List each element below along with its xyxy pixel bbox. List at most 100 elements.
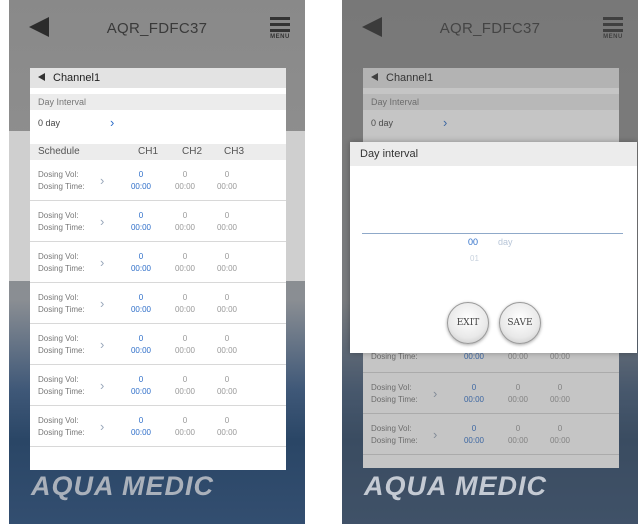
picker-divider — [362, 233, 623, 234]
ch1-time: 00:00 — [130, 223, 152, 232]
dosing-time-label: Dosing Time: — [38, 428, 85, 437]
ch2-time: 00:00 — [174, 305, 196, 314]
phone-screen-right: AQR_FDFC37 MENU Channel1 Day Interval 0 … — [342, 0, 638, 524]
hamburger-bar — [270, 23, 290, 26]
ch2-time: 00:00 — [174, 264, 196, 273]
dosing-vol-label: Dosing Vol: — [38, 293, 79, 302]
dosing-vol-label: Dosing Vol: — [38, 375, 79, 384]
dosing-row[interactable]: Dosing Vol: Dosing Time: › 0 0 0 00:00 00:00 00:… — [30, 242, 286, 283]
ch1-vol: 0 — [138, 252, 144, 261]
dosing-row[interactable]: Dosing Vol: Dosing Time: › 0 0 0 00:00 00:00 00:… — [30, 365, 286, 406]
hamburger-bar — [270, 29, 290, 32]
dosing-row[interactable]: Dosing Vol: Dosing Time: › 0 0 0 00:00 00:00 00:… — [30, 201, 286, 242]
dosing-vol-label: Dosing Vol: — [38, 334, 79, 343]
ch2-vol: 0 — [182, 211, 188, 220]
hamburger-icon — [270, 17, 290, 20]
dosing-time-label: Dosing Time: — [38, 264, 85, 273]
chevron-right-icon: › — [100, 296, 105, 311]
ch1-vol: 0 — [138, 293, 144, 302]
dosing-vol-label: Dosing Vol: — [38, 252, 79, 261]
ch1-time: 00:00 — [130, 428, 152, 437]
ch1-time: 00:00 — [130, 387, 152, 396]
dosing-row[interactable]: Dosing Vol: Dosing Time: › 0 0 0 00:00 00:00 00:… — [30, 406, 286, 447]
background-panel — [285, 131, 305, 281]
channel-panel: Channel1 Day Interval 0 day › Schedule C… — [30, 68, 286, 470]
chevron-right-icon: › — [100, 214, 105, 229]
dosing-row[interactable]: Dosing Vol: Dosing Time: › 0 0 0 00:00 00:00 00:… — [30, 160, 286, 201]
day-interval-dialog: Day interval 00 day 01 EXIT SAVE — [350, 142, 637, 353]
dialog-title: Day interval — [350, 142, 637, 166]
ch2-vol: 0 — [182, 293, 188, 302]
menu-label: MENU — [270, 34, 290, 40]
ch2-time: 00:00 — [174, 346, 196, 355]
channel-title: Channel1 — [53, 72, 101, 84]
ch3-time: 00:00 — [216, 182, 238, 191]
dosing-vol-label: Dosing Vol: — [38, 416, 79, 425]
ch2-time: 00:00 — [174, 223, 196, 232]
ch1-vol: 0 — [138, 416, 144, 425]
background-panel — [9, 131, 31, 281]
dosing-row[interactable]: Dosing Vol: Dosing Time: › 0 0 0 00:00 00:00 00:… — [30, 324, 286, 365]
ch2-header: CH2 — [182, 146, 203, 157]
chevron-right-icon: › — [100, 419, 105, 434]
day-interval-row[interactable]: 0 day › — [30, 110, 286, 136]
ch1-vol: 0 — [138, 170, 144, 179]
logo-text-medic: MEDIC — [455, 471, 547, 501]
ch3-time: 00:00 — [216, 346, 238, 355]
schedule-label: Schedule — [38, 146, 80, 157]
chevron-right-icon: › — [110, 115, 115, 130]
chevron-right-icon: › — [100, 337, 105, 352]
ch3-time: 00:00 — [216, 387, 238, 396]
ch1-vol: 0 — [138, 211, 144, 220]
ch3-vol: 0 — [224, 293, 230, 302]
day-interval-value: 0 day — [38, 118, 61, 128]
logo-text-aqua: AQUA — [31, 471, 122, 501]
ch2-vol: 0 — [182, 375, 188, 384]
save-button[interactable]: SAVE — [499, 302, 541, 344]
ch3-time: 00:00 — [216, 264, 238, 273]
logo-text-aqua: AQUA — [364, 471, 455, 501]
ch2-vol: 0 — [182, 252, 188, 261]
dosing-time-label: Dosing Time: — [38, 346, 85, 355]
ch1-time: 00:00 — [130, 182, 152, 191]
menu-button[interactable]: MENU — [267, 17, 293, 40]
picker-next-value[interactable]: 01 — [470, 254, 479, 263]
ch3-time: 00:00 — [216, 428, 238, 437]
ch3-vol: 0 — [224, 252, 230, 261]
ch1-time: 00:00 — [130, 346, 152, 355]
aqua-medic-logo: AQUA MEDIC — [31, 471, 214, 502]
ch1-vol: 0 — [138, 375, 144, 384]
ch1-header: CH1 — [138, 146, 159, 157]
phone-screen-left: AQR_FDFC37 MENU Channel1 Day Interval 0 … — [9, 0, 305, 524]
ch3-vol: 0 — [224, 334, 230, 343]
back-triangle-icon — [38, 73, 45, 81]
aqua-medic-logo: AQUA MEDIC — [364, 471, 547, 502]
ch1-time: 00:00 — [130, 264, 152, 273]
ch1-vol: 0 — [138, 334, 144, 343]
dosing-time-label: Dosing Time: — [38, 223, 85, 232]
ch2-time: 00:00 — [174, 387, 196, 396]
picker-unit: day — [498, 237, 513, 247]
ch2-time: 00:00 — [174, 428, 196, 437]
dosing-rows: Dosing Vol: Dosing Time: › 0 0 0 00:00 00:00 00:… — [30, 160, 286, 447]
exit-button[interactable]: EXIT — [447, 302, 489, 344]
ch2-vol: 0 — [182, 170, 188, 179]
ch3-vol: 0 — [224, 211, 230, 220]
dosing-row[interactable]: Dosing Vol: Dosing Time: › 0 0 0 00:00 00:00 00:… — [30, 283, 286, 324]
dosing-time-label: Dosing Time: — [38, 305, 85, 314]
chevron-right-icon: › — [100, 378, 105, 393]
ch3-time: 00:00 — [216, 305, 238, 314]
chevron-right-icon: › — [100, 255, 105, 270]
logo-text-medic: MEDIC — [122, 471, 214, 501]
top-bar: AQR_FDFC37 MENU — [9, 0, 305, 62]
channel-header[interactable]: Channel1 — [30, 68, 286, 88]
chevron-right-icon: › — [100, 173, 105, 188]
day-interval-header: Day Interval — [30, 94, 286, 110]
ch2-vol: 0 — [182, 334, 188, 343]
ch2-vol: 0 — [182, 416, 188, 425]
ch1-time: 00:00 — [130, 305, 152, 314]
ch3-vol: 0 — [224, 170, 230, 179]
picker-selected-value: 00 — [468, 237, 479, 247]
ch3-vol: 0 — [224, 375, 230, 384]
dosing-vol-label: Dosing Vol: — [38, 170, 79, 179]
